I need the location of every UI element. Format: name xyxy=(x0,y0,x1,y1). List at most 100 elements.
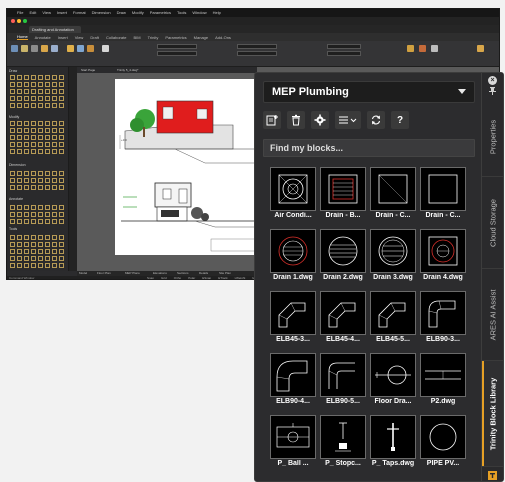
tool-button-icon[interactable] xyxy=(52,75,57,80)
ribbon-tab[interactable]: View xyxy=(75,35,84,40)
block-item[interactable]: Drain 2.dwg xyxy=(319,229,367,289)
tool-button-icon[interactable] xyxy=(31,128,36,133)
tool-button-icon[interactable] xyxy=(17,219,22,224)
tool-button-icon[interactable] xyxy=(17,103,22,108)
tool-button-icon[interactable] xyxy=(45,212,50,217)
tool-button-icon[interactable] xyxy=(59,178,64,183)
tool-button-icon[interactable] xyxy=(52,96,57,101)
tool-button-icon[interactable] xyxy=(38,249,43,254)
tool-button-icon[interactable] xyxy=(52,142,57,147)
tool-button-icon[interactable] xyxy=(45,149,50,154)
tool-button-icon[interactable] xyxy=(38,135,43,140)
move-tool-icon[interactable] xyxy=(67,45,74,52)
tool-button-icon[interactable] xyxy=(24,82,29,87)
tool-button-icon[interactable] xyxy=(52,219,57,224)
tool-button-icon[interactable] xyxy=(10,185,15,190)
tool-button-icon[interactable] xyxy=(59,82,64,87)
block-item[interactable]: ELB45-5... xyxy=(369,291,417,351)
tool-button-icon[interactable] xyxy=(31,142,36,147)
tool-button-icon[interactable] xyxy=(10,135,15,140)
block-group-dropdown[interactable]: MEP Plumbing xyxy=(263,81,475,103)
block-item[interactable]: ELB90-3... xyxy=(419,291,467,351)
tool-button-icon[interactable] xyxy=(31,242,36,247)
tool-button-icon[interactable] xyxy=(10,121,15,126)
tool-button-icon[interactable] xyxy=(17,178,22,183)
ribbon-tab-home[interactable]: Home xyxy=(17,34,28,40)
doc-tab-drawing[interactable]: Trinity 5_4.dwg* xyxy=(117,68,138,72)
status-toggle[interactable]: Polar xyxy=(188,276,195,279)
tool-button-icon[interactable] xyxy=(59,135,64,140)
tool-button-icon[interactable] xyxy=(38,242,43,247)
tool-button-icon[interactable] xyxy=(52,82,57,87)
tool-button-icon[interactable] xyxy=(45,249,50,254)
tool-button-icon[interactable] xyxy=(17,82,22,87)
tool-button-icon[interactable] xyxy=(31,89,36,94)
side-tab-cloud-storage[interactable]: Cloud Storage xyxy=(482,177,503,269)
circle-tool-icon[interactable] xyxy=(31,45,38,52)
tool-button-icon[interactable] xyxy=(24,142,29,147)
tool-button-icon[interactable] xyxy=(52,205,57,210)
tool-button-icon[interactable] xyxy=(59,235,64,240)
properties-tool-icon[interactable] xyxy=(431,45,438,52)
menu-item[interactable]: Dimension xyxy=(92,9,111,17)
block-item[interactable]: Drain 1.dwg xyxy=(269,229,317,289)
tool-button-icon[interactable] xyxy=(24,121,29,126)
tool-button-icon[interactable] xyxy=(52,103,57,108)
tool-button-icon[interactable] xyxy=(59,96,64,101)
tool-button-icon[interactable] xyxy=(10,82,15,87)
style-dropdown[interactable] xyxy=(327,44,361,49)
tool-button-icon[interactable] xyxy=(10,142,15,147)
block-item[interactable]: P2.dwg xyxy=(419,353,467,413)
tool-button-icon[interactable] xyxy=(17,263,22,268)
line-tool-icon[interactable] xyxy=(11,45,18,52)
pin-icon[interactable] xyxy=(488,87,497,95)
ribbon-tab[interactable]: BIM xyxy=(133,35,140,40)
tool-button-icon[interactable] xyxy=(52,185,57,190)
file-tab[interactable]: Drafting and Annotation xyxy=(29,26,81,33)
tool-button-icon[interactable] xyxy=(38,185,43,190)
tool-button-icon[interactable] xyxy=(24,89,29,94)
tool-button-icon[interactable] xyxy=(38,178,43,183)
tool-button-icon[interactable] xyxy=(52,128,57,133)
tool-button-icon[interactable] xyxy=(31,103,36,108)
text-tool-icon[interactable] xyxy=(102,45,109,52)
command-window-label[interactable]: Command Window xyxy=(9,276,34,279)
menu-item[interactable]: Parametrics xyxy=(150,9,171,17)
layer-dropdown[interactable] xyxy=(157,44,197,49)
minimize-window-icon[interactable] xyxy=(17,19,21,23)
tool-button-icon[interactable] xyxy=(52,178,57,183)
layout-tab[interactable]: MEP Plans xyxy=(125,271,140,275)
tool-button-icon[interactable] xyxy=(45,235,50,240)
tool-button-icon[interactable] xyxy=(31,121,36,126)
layout-tab[interactable]: Sections xyxy=(177,271,189,275)
tool-button-icon[interactable] xyxy=(38,235,43,240)
block-item[interactable]: P_ Taps.dwg xyxy=(369,415,417,475)
paste-tool-icon[interactable] xyxy=(419,45,426,52)
block-item[interactable]: Drain 3.dwg xyxy=(369,229,417,289)
tool-button-icon[interactable] xyxy=(45,263,50,268)
tool-button-icon[interactable] xyxy=(31,263,36,268)
tool-button-icon[interactable] xyxy=(45,205,50,210)
status-toggle[interactable]: ETrack xyxy=(218,276,227,279)
block-search-input[interactable] xyxy=(263,139,475,157)
block-item[interactable]: PIPE PV... xyxy=(419,415,467,475)
tool-button-icon[interactable] xyxy=(38,212,43,217)
window-controls[interactable] xyxy=(11,19,27,23)
tool-button-icon[interactable] xyxy=(59,75,64,80)
tool-button-icon[interactable] xyxy=(52,171,57,176)
tool-button-icon[interactable] xyxy=(38,82,43,87)
tool-button-icon[interactable] xyxy=(31,212,36,217)
tool-button-icon[interactable] xyxy=(24,103,29,108)
tool-button-icon[interactable] xyxy=(38,75,43,80)
block-tool-icon[interactable] xyxy=(477,45,484,52)
tool-button-icon[interactable] xyxy=(45,219,50,224)
layout-tab[interactable]: Floor Plan xyxy=(97,271,111,275)
block-item[interactable]: P_ Stopc... xyxy=(319,415,367,475)
tool-button-icon[interactable] xyxy=(10,263,15,268)
tool-button-icon[interactable] xyxy=(17,75,22,80)
ribbon-tab[interactable]: Annotate xyxy=(35,35,51,40)
tool-button-icon[interactable] xyxy=(52,235,57,240)
menu-item[interactable]: Window xyxy=(192,9,206,17)
tool-button-icon[interactable] xyxy=(59,205,64,210)
ribbon-tab[interactable]: Insert xyxy=(58,35,68,40)
